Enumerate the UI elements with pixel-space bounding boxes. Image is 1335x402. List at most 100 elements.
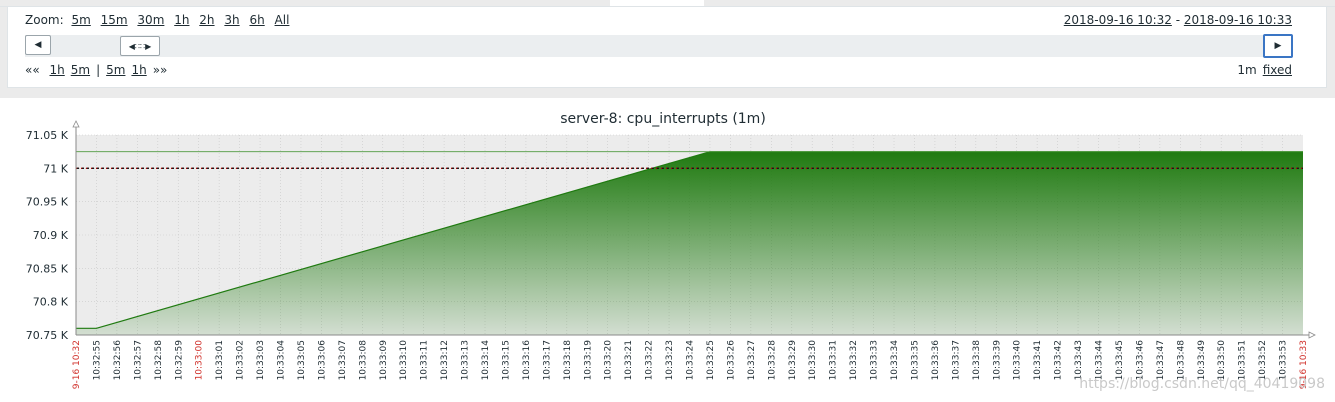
x-tick-label: 10:33:10 [399, 340, 409, 381]
x-tick-label: 10:33:14 [481, 340, 491, 381]
zoom-5m[interactable]: 5m [71, 13, 90, 27]
x-tick-label: 10:33:50 [1217, 340, 1227, 381]
x-tick-label: 10:33:09 [379, 340, 389, 381]
x-tick-label: 10:33:20 [604, 340, 614, 381]
x-tick-label: 10:33:27 [747, 340, 757, 380]
x-tick-label: 10:33:24 [686, 340, 696, 381]
x-tick-label: 10:33:40 [1013, 340, 1023, 381]
x-tick-label: 10:33:42 [1054, 340, 1064, 380]
x-tick-label: 10:33:15 [501, 340, 511, 380]
x-tick-label: 10:33:35 [910, 340, 920, 380]
nav-forward-1h[interactable]: 1h [131, 63, 146, 77]
period-length-controls: 1m fixed [1231, 63, 1292, 77]
x-tick-label: 10:33:31 [829, 340, 839, 380]
x-tick-label: 10:33:30 [808, 340, 818, 381]
x-tick-label: 10:33:47 [1156, 340, 1166, 380]
x-tick-label: 10:33:32 [849, 340, 859, 380]
x-tick-label: 10:33:39 [992, 340, 1002, 381]
nav-back-1h[interactable]: 1h [50, 63, 65, 77]
nav-back-5m[interactable]: 5m [71, 63, 90, 77]
x-tick-label: 10:33:22 [645, 340, 655, 380]
zoom-6h[interactable]: 6h [249, 13, 264, 27]
time-control-panel: Zoom: 5m 15m 30m 1h 2h 3h 6h All 2018-09… [7, 7, 1327, 88]
x-tick-label: 10:33:19 [583, 340, 593, 381]
x-tick-label: 10:33:25 [706, 340, 716, 380]
x-tick-label: 10:33:37 [951, 340, 961, 380]
period-length: 1m [1237, 63, 1257, 77]
period-separator: - [1171, 13, 1184, 27]
cpu-interrupts-graph[interactable]: server-8: cpu_interrupts (1m) 70.75 K 70.8… [0, 98, 1335, 402]
zoom-30m[interactable]: 30m [137, 13, 164, 27]
x-tick-label: 10:33:13 [461, 340, 471, 380]
x-tick-label: 10:33:17 [542, 340, 552, 380]
x-tick-label: 10:32:57 [133, 340, 143, 380]
x-tick-label: 10:33:28 [767, 340, 777, 381]
x-axis-arrow [1308, 331, 1316, 339]
x-tick-label: 10:33:05 [297, 340, 307, 380]
x-tick-label: 10:33:46 [1135, 340, 1145, 381]
x-tick-label: 10:33:52 [1258, 340, 1268, 380]
y-tick-label: 70.9 K [33, 229, 69, 242]
period-range: 2018-09-16 10:32 - 2018-09-16 10:33 [1064, 13, 1292, 27]
x-start-label: 9-16 10:32 [72, 340, 82, 389]
x-tick-label: 10:33:26 [726, 340, 736, 381]
x-tick-label: 10:33:12 [440, 340, 450, 380]
x-tick-label: 10:33:11 [420, 340, 430, 380]
triangle-right-icon: ▶ [1274, 41, 1282, 51]
scroll-handle[interactable]: ◀∷∷▶ [120, 36, 160, 56]
x-tick-label: 10:33:43 [1074, 340, 1084, 380]
x-tick-label: 10:33:51 [1238, 340, 1248, 380]
x-tick-label: 10:33:01 [215, 340, 225, 380]
y-tick-label: 71.05 K [26, 129, 69, 142]
y-axis-arrow [72, 120, 80, 128]
nav-forward-5m[interactable]: 5m [106, 63, 125, 77]
y-tick-label: 70.95 K [26, 196, 69, 209]
fixed-toggle[interactable]: fixed [1263, 63, 1292, 77]
x-tick-label: 10:32:55 [92, 340, 102, 380]
x-tick-label: 10:33:45 [1115, 340, 1125, 380]
x-tick-label: 10:32:59 [174, 340, 184, 381]
x-tick-label: 10:32:56 [113, 340, 123, 381]
period-to[interactable]: 2018-09-16 10:33 [1184, 13, 1292, 27]
nav-forward[interactable]: »» [153, 63, 168, 77]
x-tick-label: 10:33:44 [1095, 340, 1105, 381]
x-tick-label: 10:33:41 [1033, 340, 1043, 380]
scroll-left-button[interactable]: ◀ [25, 35, 51, 55]
period-navigation: «« 1h 5m | 5m 1h »» [25, 63, 173, 77]
x-tick-label: 10:33:16 [522, 340, 532, 381]
zoom-row: Zoom: 5m 15m 30m 1h 2h 3h 6h All [25, 13, 295, 27]
x-tick-label: 10:33:06 [317, 340, 327, 381]
x-tick-label: 10:33:49 [1197, 340, 1207, 381]
handle-grip-icon: ◀∷∷▶ [128, 41, 152, 51]
y-tick-label: 70.85 K [26, 262, 69, 275]
nav-separator: | [96, 63, 101, 77]
x-tick-label: 10:33:02 [236, 340, 246, 380]
scroll-right-button[interactable]: ▶ [1263, 34, 1293, 58]
x-tick-label: 10:33:38 [972, 340, 982, 381]
x-tick-label: 10:33:34 [890, 340, 900, 381]
graph-panel: server-8: cpu_interrupts (1m) 70.75 K 70.8… [0, 98, 1335, 402]
zoom-15m[interactable]: 15m [101, 13, 128, 27]
x-tick-label: 10:33:21 [624, 340, 634, 380]
x-tick-label: 10:33:36 [931, 340, 941, 381]
zoom-1h[interactable]: 1h [174, 13, 189, 27]
x-tick-label: 10:33:04 [277, 340, 287, 381]
watermark: https://blog.csdn.net/qq_40419098 [1079, 376, 1325, 392]
time-scrollbar[interactable]: ◀ ◀∷∷▶ ▶ [25, 34, 1293, 58]
y-tick-label: 71 K [43, 162, 68, 175]
zoom-label: Zoom: [25, 13, 64, 27]
x-mid-label: 10:33:00 [195, 340, 205, 381]
x-tick-label: 10:32:58 [154, 340, 164, 381]
nav-back[interactable]: «« [25, 63, 44, 77]
x-tick-label: 10:33:33 [870, 340, 880, 380]
triangle-left-icon: ◀ [34, 40, 42, 50]
x-tick-label: 10:33:18 [563, 340, 573, 381]
zoom-all[interactable]: All [275, 13, 290, 27]
period-from[interactable]: 2018-09-16 10:32 [1064, 13, 1172, 27]
x-tick-label: 10:33:07 [338, 340, 348, 380]
zoom-3h[interactable]: 3h [224, 13, 239, 27]
zoom-2h[interactable]: 2h [199, 13, 214, 27]
x-tick-label: 10:33:48 [1176, 340, 1186, 381]
x-tick-label: 10:33:23 [665, 340, 675, 380]
chart-title: server-8: cpu_interrupts (1m) [560, 111, 766, 127]
